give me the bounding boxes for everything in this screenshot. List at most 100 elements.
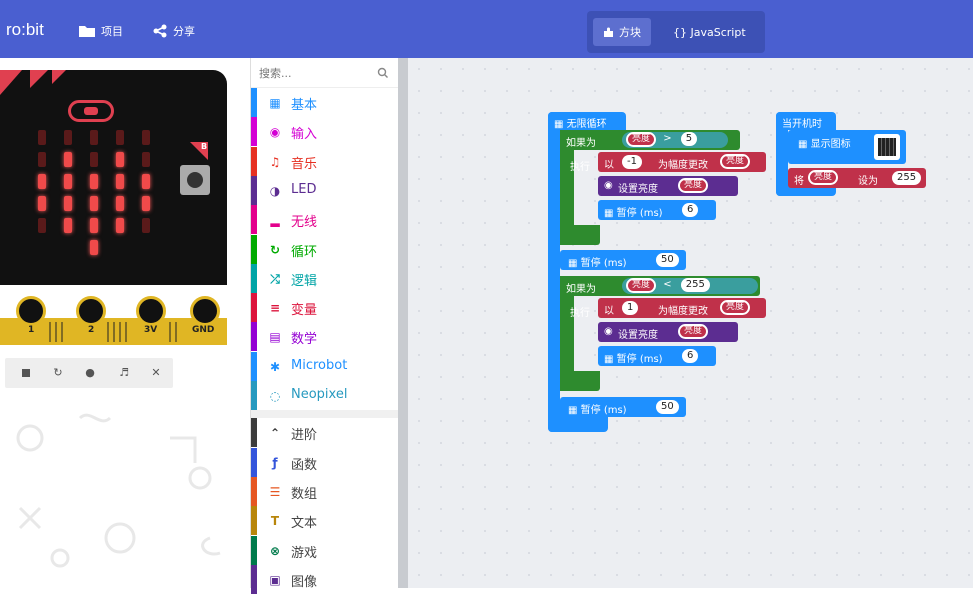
pause-block[interactable]: ▦ 暂停 (ms) 6: [598, 346, 716, 366]
pause-block[interactable]: ▦ 暂停 (ms) 50: [560, 397, 686, 417]
category-label: 数学: [291, 332, 318, 348]
led-pixel: [142, 196, 150, 211]
led-pixel: [64, 130, 72, 145]
if-block-2[interactable]: 如果为 亮度 < 255 执行 以 1 为幅度更改 亮度 ◉ 设置亮度 亮度 ▦…: [560, 276, 766, 391]
category-label: 无线: [291, 215, 318, 231]
editor-mode-switch: 方块 {} JavaScript: [587, 11, 765, 53]
slowmo-icon[interactable]: ●: [83, 366, 97, 380]
led-pixel: [116, 174, 124, 189]
ring-icon: ◌: [269, 389, 281, 403]
pin-gnd-pad[interactable]: [190, 296, 220, 326]
blocks-mode-button[interactable]: 方块: [593, 18, 651, 46]
led-pixel: [90, 196, 98, 211]
stop-icon[interactable]: [19, 366, 33, 380]
category-gamepad[interactable]: ⊗ 游戏: [251, 535, 399, 565]
toolbox-palette: ▦ 基本 ◉ 输入 ♫ 音乐 ◑ LED ▂ 无线 ↻ 循环 ⤮ 逻辑 ≡ 变量 ▤ 数学 ✱ Microbot ◌ Ne…: [250, 58, 399, 594]
icon-picker[interactable]: [874, 134, 900, 160]
pin-1-pad[interactable]: [16, 296, 46, 326]
led-pixel: [64, 152, 72, 167]
category-shuffle[interactable]: ⤮ 逻辑: [251, 263, 399, 293]
category-toggle[interactable]: ◑ LED: [251, 175, 399, 205]
change-by-block[interactable]: 以 -1 为幅度更改 亮度: [598, 152, 766, 172]
mute-icon[interactable]: ♬: [117, 366, 131, 380]
image-icon: ▣: [269, 572, 281, 587]
loop-icon: ↻: [269, 242, 281, 257]
category-gear[interactable]: ✱ Microbot: [251, 351, 399, 381]
category-label: 进阶: [291, 428, 318, 444]
category-lines[interactable]: ≡ 变量: [251, 293, 399, 323]
compare-expr[interactable]: 亮度 > 5: [622, 132, 728, 148]
search-input[interactable]: [259, 64, 369, 82]
forever-block[interactable]: ▦ 无限循环 如果为 亮度 > 5 执行 以 -1 为幅度更改 亮度 ◉ 设置亮…: [548, 112, 766, 432]
search-icon[interactable]: [377, 67, 389, 79]
shuffle-icon: ⤮: [270, 271, 280, 286]
list-icon: ☰: [269, 484, 281, 499]
led-pixel: [38, 218, 46, 233]
app-logo[interactable]: ro:bit: [6, 20, 44, 40]
button-b[interactable]: [180, 165, 210, 195]
led-pixel: [90, 130, 98, 145]
pin-2-pad[interactable]: [76, 296, 106, 326]
led-pixel: [116, 218, 124, 233]
category-ring[interactable]: ◌ Neopixel: [251, 381, 399, 410]
on-start-block[interactable]: 当开机时 ▦ 显示图标 将 亮度 设为 255: [776, 112, 936, 196]
set-variable-block[interactable]: 将 亮度 设为 255: [788, 168, 926, 188]
toggle-icon: ◑: [269, 183, 281, 198]
category-label: 逻辑: [291, 273, 318, 289]
share-button[interactable]: 分享: [152, 23, 195, 39]
category-chevron-up[interactable]: ⌃ 进阶: [251, 418, 399, 448]
change-by-block[interactable]: 以 1 为幅度更改 亮度: [598, 298, 766, 318]
category-label: 音乐: [291, 156, 318, 172]
category-label: 文本: [291, 516, 318, 532]
category-headphones[interactable]: ♫ 音乐: [251, 146, 399, 176]
calculator-icon: ▤: [269, 330, 281, 345]
category-function[interactable]: ƒ 函数: [251, 447, 399, 477]
puzzle-icon: [604, 27, 613, 37]
led-pixel: [38, 196, 46, 211]
led-pixel: [142, 152, 150, 167]
toggle-icon: ◉: [604, 180, 613, 191]
category-loop[interactable]: ↻ 循环: [251, 234, 399, 264]
show-icon-block[interactable]: ▦ 显示图标: [788, 130, 906, 164]
category-grid[interactable]: ▦ 基本: [251, 88, 399, 117]
category-label: Neopixel: [291, 387, 348, 402]
led-pixel: [142, 130, 150, 145]
blocks-workspace[interactable]: ▦ 无限循环 如果为 亮度 > 5 执行 以 -1 为幅度更改 亮度 ◉ 设置亮…: [408, 58, 973, 588]
led-pixel: [90, 240, 98, 255]
panel-divider[interactable]: [398, 58, 408, 588]
lines-icon: ≡: [269, 301, 281, 316]
category-label: 基本: [291, 98, 318, 113]
category-list[interactable]: ☰ 数组: [251, 476, 399, 506]
compare-expr[interactable]: 亮度 < 255: [622, 278, 758, 294]
set-brightness-block[interactable]: ◉ 设置亮度 亮度: [598, 322, 738, 342]
projects-button[interactable]: 项目: [78, 23, 123, 39]
category-signal[interactable]: ▂ 无线: [251, 205, 399, 235]
led-pixel: [90, 152, 98, 167]
grid-icon: ▦: [269, 96, 281, 110]
set-brightness-block[interactable]: ◉ 设置亮度 亮度: [598, 176, 738, 196]
javascript-mode-button[interactable]: {} JavaScript: [663, 18, 756, 46]
microbit-board[interactable]: B: [0, 70, 227, 285]
restart-icon[interactable]: ↻: [51, 366, 65, 380]
led-pixel: [90, 218, 98, 233]
category-label: 变量: [291, 303, 318, 319]
pin-label: GND: [192, 325, 215, 335]
toolbox-search: [251, 58, 399, 88]
led-pixel: [38, 152, 46, 167]
category-image[interactable]: ▣ 图像: [251, 564, 399, 594]
if-block-1[interactable]: 如果为 亮度 > 5 执行 以 -1 为幅度更改 亮度 ◉ 设置亮度 亮度 ▦ …: [560, 130, 766, 245]
toggle-icon: ◉: [604, 326, 613, 337]
fullscreen-icon[interactable]: ✕: [149, 366, 163, 380]
gear-icon: ✱: [269, 359, 281, 374]
pause-block[interactable]: ▦ 暂停 (ms) 6: [598, 200, 716, 220]
led-pixel: [90, 174, 98, 189]
folder-icon: [79, 26, 95, 37]
led-pixel: [116, 130, 124, 145]
category-input[interactable]: ◉ 输入: [251, 117, 399, 147]
pin-3v-pad[interactable]: [136, 296, 166, 326]
category-calculator[interactable]: ▤ 数学: [251, 322, 399, 352]
pin-label: 2: [88, 325, 95, 335]
category-label: 数组: [291, 486, 318, 502]
category-text[interactable]: T 文本: [251, 506, 399, 536]
pause-block[interactable]: ▦ 暂停 (ms) 50: [560, 250, 686, 270]
